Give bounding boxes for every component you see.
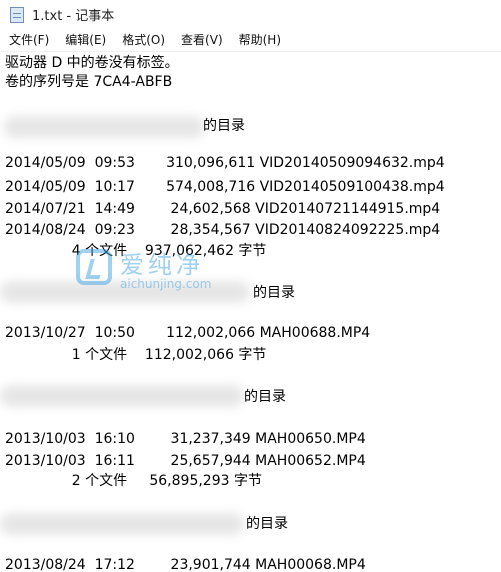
redacted-path-blur [0,385,244,407]
dir-header-text: 的目录 [253,285,295,301]
text-editor-area[interactable]: 驱动器 D 中的卷没有标签。 卷的序列号是 7CA4-ABFB 的目录 2014… [0,52,501,572]
menu-edit[interactable]: 编辑(E) [58,29,113,51]
menu-bar: 文件(F) 编辑(E) 格式(O) 查看(V) 帮助(H) [0,29,501,52]
dir-header-text: 的目录 [246,516,288,532]
dir-summary-line: 2 个文件 56,895,293 字节 [5,473,262,489]
dir-header-text: 的目录 [203,118,245,134]
menu-view[interactable]: 查看(V) [174,29,230,51]
menu-format[interactable]: 格式(O) [115,29,172,51]
file-listing-line: 2013/08/24 17:12 23,901,744 MAH00068.MP4 [5,557,366,572]
window-title: 1.txt - 记事本 [32,9,115,24]
file-listing-line: 2013/10/03 16:11 25,657,944 MAH00652.MP4 [5,453,366,469]
file-listing-line: 2014/05/09 10:17 574,008,716 VID20140509… [5,179,445,195]
dir-summary-line: 4 个文件 937,062,462 字节 [5,243,267,259]
dir-header-text: 的目录 [244,389,286,405]
redacted-path-blur [4,116,204,138]
file-listing-line: 2013/10/27 10:50 112,002,066 MAH00688.MP… [5,325,371,341]
notepad-app-icon [10,6,24,23]
redacted-path-blur [0,281,250,303]
menu-file[interactable]: 文件(F) [2,29,56,51]
file-listing-line: 2014/08/24 09:23 28,354,567 VID201408240… [5,222,441,238]
dir-summary-line: 1 个文件 112,002,066 字节 [5,347,267,363]
menu-help[interactable]: 帮助(H) [232,29,288,51]
window-titlebar: 1.txt - 记事本 [0,0,501,29]
file-listing-line: 2014/05/09 09:53 310,096,611 VID20140509… [5,155,445,171]
text-line-serial: 卷的序列号是 7CA4-ABFB [5,74,173,90]
file-listing-line: 2013/10/03 16:10 31,237,349 MAH00650.MP4 [5,431,366,447]
file-listing-line: 2014/07/21 14:49 24,602,568 VID201407211… [5,201,441,217]
redacted-path-blur [0,513,244,535]
